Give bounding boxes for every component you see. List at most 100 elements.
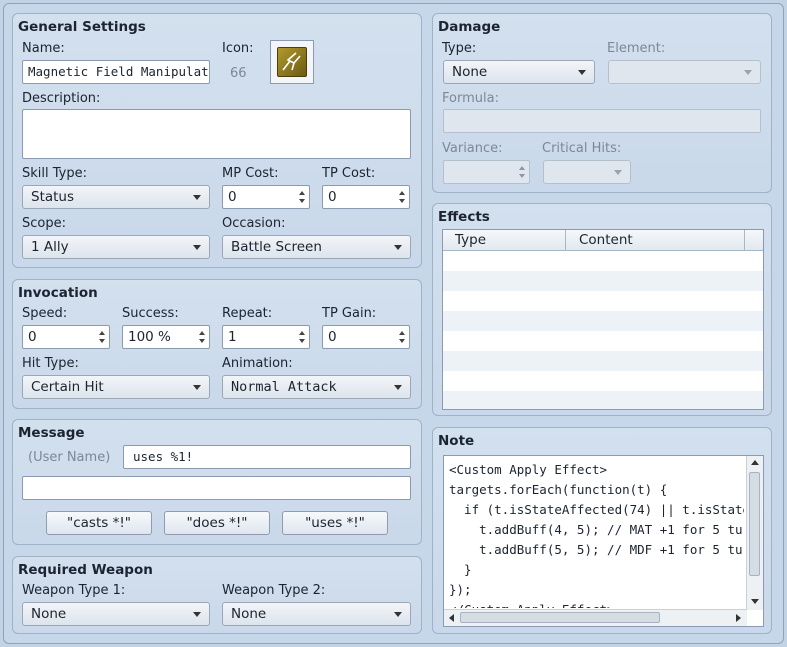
table-row[interactable] [443, 331, 763, 351]
speed-label: Speed: [22, 306, 68, 321]
chevron-down-icon [614, 170, 622, 175]
spin-up-icon[interactable] [399, 331, 405, 335]
casts-button[interactable]: "casts *!" [46, 511, 152, 535]
does-button[interactable]: "does *!" [164, 511, 270, 535]
general-settings-title: General Settings [18, 19, 146, 35]
skill-icon [277, 47, 307, 77]
speed-value: 0 [28, 329, 37, 345]
scrollbar-thumb[interactable] [749, 472, 760, 576]
skill-type-label: Skill Type: [22, 166, 87, 181]
scroll-down-icon[interactable] [751, 599, 759, 604]
skill-type-value: Status [31, 189, 75, 205]
spin-down-icon[interactable] [299, 199, 305, 203]
icon-label: Icon: [222, 41, 254, 56]
name-input[interactable]: Magnetic Field Manipulation [22, 60, 210, 84]
chevron-down-icon [394, 245, 402, 250]
spin-down-icon[interactable] [399, 339, 405, 343]
table-row[interactable] [443, 271, 763, 291]
chevron-down-icon [578, 70, 586, 75]
skill-type-select[interactable]: Status [22, 185, 210, 209]
critical-hits-select[interactable] [543, 160, 631, 184]
chevron-down-icon [394, 612, 402, 617]
spin-up-icon[interactable] [299, 331, 305, 335]
table-row[interactable] [443, 351, 763, 371]
tp-cost-value: 0 [328, 189, 337, 205]
weapon-type-1-select[interactable]: None [22, 602, 210, 626]
note-editor[interactable]: <Custom Apply Effect> targets.forEach(fu… [443, 455, 764, 627]
description-label: Description: [22, 91, 101, 106]
vertical-scrollbar[interactable] [746, 456, 763, 610]
occasion-value: Battle Screen [231, 239, 322, 255]
table-row[interactable] [443, 371, 763, 391]
spin-up-icon[interactable] [299, 191, 305, 195]
column-divider [744, 230, 745, 250]
critical-hits-label: Critical Hits: [542, 141, 622, 156]
table-row[interactable] [443, 391, 763, 409]
repeat-spinner[interactable]: 1 [222, 325, 310, 349]
repeat-label: Repeat: [222, 306, 273, 321]
message-line-1-input[interactable]: uses %1! [123, 445, 411, 469]
spin-up-icon[interactable] [199, 331, 205, 335]
damage-type-value: None [452, 64, 488, 80]
chevron-down-icon [193, 385, 201, 390]
icon-picker[interactable] [270, 40, 314, 84]
success-spinner[interactable]: 100 % [122, 325, 210, 349]
message-title: Message [18, 425, 85, 441]
element-select[interactable] [608, 60, 761, 84]
occasion-select[interactable]: Battle Screen [222, 235, 411, 259]
spin-up-icon[interactable] [519, 166, 525, 170]
animation-value: Normal Attack [231, 379, 337, 395]
table-row[interactable] [443, 291, 763, 311]
column-header-type[interactable]: Type [455, 232, 486, 248]
speed-spinner[interactable]: 0 [22, 325, 110, 349]
tp-gain-label: TP Gain: [322, 306, 377, 321]
table-row[interactable] [443, 251, 763, 271]
hit-type-select[interactable]: Certain Hit [22, 375, 210, 399]
effects-title: Effects [438, 209, 490, 225]
effects-table[interactable]: Type Content [442, 229, 764, 410]
weapon-type-2-select[interactable]: None [222, 602, 411, 626]
message-line-2-input[interactable] [22, 476, 411, 500]
mp-cost-value: 0 [228, 189, 237, 205]
animation-select[interactable]: Normal Attack [222, 375, 411, 399]
hit-type-label: Hit Type: [22, 356, 79, 371]
tp-cost-spinner[interactable]: 0 [322, 185, 410, 209]
lightning-icon [282, 52, 301, 71]
tp-gain-spinner[interactable]: 0 [322, 325, 410, 349]
hit-type-value: Certain Hit [31, 379, 104, 395]
description-input[interactable] [22, 109, 411, 159]
chevron-down-icon [744, 70, 752, 75]
spin-up-icon[interactable] [399, 191, 405, 195]
spin-down-icon[interactable] [399, 199, 405, 203]
weapon-type-2-value: None [231, 606, 267, 622]
weapon-type-1-label: Weapon Type 1: [22, 583, 126, 598]
uses-button[interactable]: "uses *!" [282, 511, 388, 535]
note-text[interactable]: <Custom Apply Effect> targets.forEach(fu… [449, 460, 744, 608]
spin-down-icon[interactable] [519, 174, 525, 178]
variance-spinner[interactable] [443, 160, 530, 184]
required-weapon-title: Required Weapon [18, 562, 153, 578]
mp-cost-spinner[interactable]: 0 [222, 185, 310, 209]
formula-input[interactable] [443, 109, 761, 133]
repeat-value: 1 [228, 329, 237, 345]
success-value: 100 % [128, 329, 171, 345]
spin-down-icon[interactable] [99, 339, 105, 343]
scope-select[interactable]: 1 Ally [22, 235, 210, 259]
chevron-down-icon [193, 195, 201, 200]
scroll-up-icon[interactable] [751, 460, 759, 465]
scroll-left-icon[interactable] [449, 614, 454, 622]
scroll-right-icon[interactable] [736, 614, 741, 622]
spin-up-icon[interactable] [99, 331, 105, 335]
spin-down-icon[interactable] [299, 339, 305, 343]
user-name-label: (User Name) [28, 450, 111, 465]
table-row[interactable] [443, 311, 763, 331]
damage-title: Damage [438, 19, 501, 35]
damage-type-label: Type: [442, 41, 477, 56]
weapon-type-2-label: Weapon Type 2: [222, 583, 326, 598]
column-header-content[interactable]: Content [579, 232, 633, 248]
scrollbar-thumb[interactable] [460, 612, 660, 623]
horizontal-scrollbar[interactable] [444, 609, 747, 626]
damage-type-select[interactable]: None [443, 60, 595, 84]
spin-down-icon[interactable] [199, 339, 205, 343]
success-label: Success: [122, 306, 179, 321]
